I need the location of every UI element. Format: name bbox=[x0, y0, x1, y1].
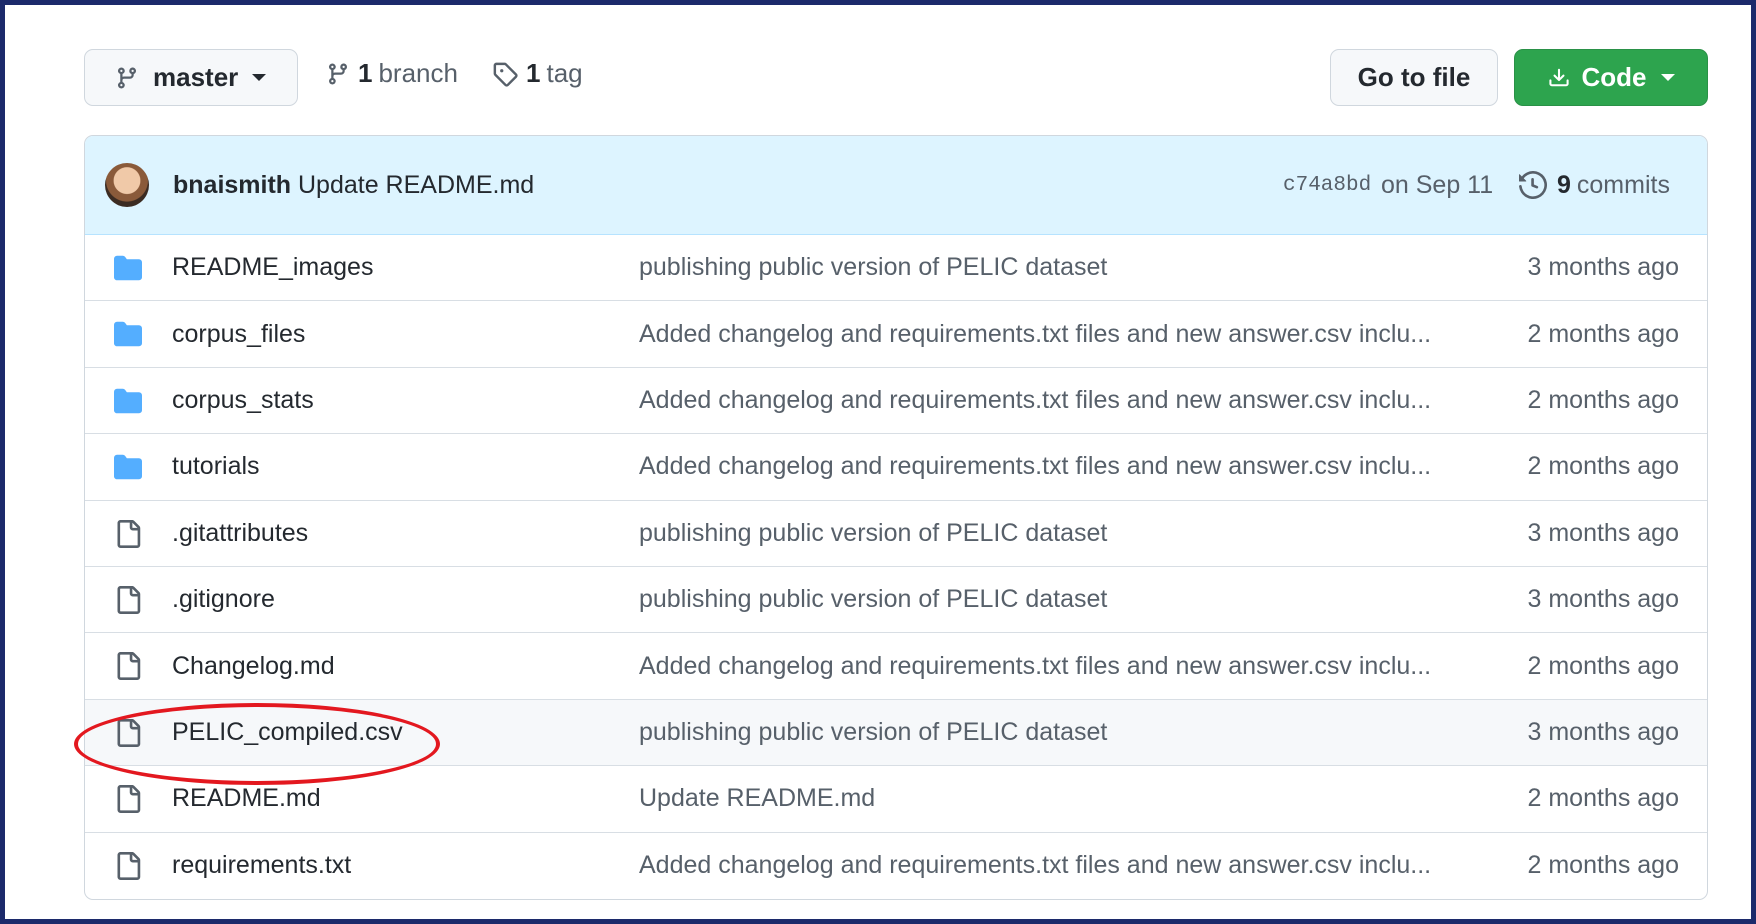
file-commit-message-link[interactable]: Added changelog and requirements.txt fil… bbox=[639, 652, 1469, 681]
file-list: README_images publishing public version o… bbox=[85, 235, 1707, 899]
file-name-link[interactable]: PELIC_compiled.csv bbox=[172, 718, 403, 747]
file-icon bbox=[113, 785, 143, 814]
file-row[interactable]: PELIC_compiled.csv publishing public vers… bbox=[85, 699, 1707, 767]
file-name-link[interactable]: .gitignore bbox=[172, 585, 275, 614]
file-age: 2 months ago bbox=[1527, 385, 1680, 414]
file-row[interactable]: .gitignore publishing public version of P… bbox=[85, 567, 1707, 634]
file-browser: bnaismith Update README.md c74a8bd on Se… bbox=[84, 135, 1708, 900]
folder-icon bbox=[113, 320, 143, 348]
file-row[interactable]: Changelog.md Added changelog and requirem… bbox=[85, 633, 1707, 700]
file-commit-message-link[interactable]: Update README.md bbox=[639, 784, 1469, 813]
file-age: 3 months ago bbox=[1527, 253, 1680, 282]
file-row[interactable]: tutorials Added changelog and requirement… bbox=[85, 434, 1707, 501]
file-name-link[interactable]: requirements.txt bbox=[172, 851, 351, 880]
branch-name: master bbox=[153, 62, 239, 92]
chevron-down-icon bbox=[1660, 74, 1675, 81]
file-icon bbox=[113, 585, 143, 614]
tags-link[interactable]: 1 tag bbox=[492, 58, 583, 89]
file-age: 2 months ago bbox=[1527, 452, 1680, 481]
tag-icon bbox=[493, 62, 518, 87]
file-age: 2 months ago bbox=[1527, 319, 1680, 348]
file-name-link[interactable]: README_images bbox=[172, 253, 373, 282]
avatar[interactable] bbox=[105, 163, 149, 207]
history-icon bbox=[1519, 171, 1547, 199]
folder-icon bbox=[113, 453, 143, 481]
file-row[interactable]: corpus_stats Added changelog and requirem… bbox=[85, 368, 1707, 435]
chevron-down-icon bbox=[252, 74, 267, 81]
file-icon bbox=[113, 519, 143, 548]
file-commit-message-link[interactable]: Added changelog and requirements.txt fil… bbox=[639, 851, 1469, 880]
folder-icon bbox=[113, 387, 143, 415]
commit-author[interactable]: bnaismith bbox=[173, 171, 291, 200]
file-age: 3 months ago bbox=[1527, 585, 1680, 614]
file-name-link[interactable]: corpus_files bbox=[172, 320, 305, 349]
commits-history-link[interactable]: 9 commits bbox=[1519, 171, 1670, 200]
tag-count: 1 bbox=[526, 58, 541, 88]
file-age: 3 months ago bbox=[1527, 717, 1680, 746]
file-age: 2 months ago bbox=[1527, 651, 1680, 680]
file-row[interactable]: README.md Update README.md 2 months ago bbox=[85, 766, 1707, 833]
file-row[interactable]: README_images publishing public version o… bbox=[85, 235, 1707, 302]
file-commit-message-link[interactable]: Added changelog and requirements.txt fil… bbox=[639, 320, 1469, 349]
file-commit-message-link[interactable]: publishing public version of PELIC datas… bbox=[639, 718, 1469, 747]
file-commit-message-link[interactable]: publishing public version of PELIC datas… bbox=[639, 519, 1469, 548]
branches-link[interactable]: 1 branch bbox=[326, 58, 458, 89]
git-branch-icon bbox=[117, 67, 136, 89]
tag-label: tag bbox=[546, 58, 583, 88]
file-row[interactable]: corpus_files Added changelog and requirem… bbox=[85, 301, 1707, 368]
file-icon bbox=[113, 718, 143, 747]
file-row[interactable]: .gitattributes publishing public version … bbox=[85, 501, 1707, 567]
file-age: 2 months ago bbox=[1527, 784, 1680, 813]
download-icon bbox=[1548, 68, 1569, 86]
commit-date: on Sep 11 bbox=[1381, 170, 1494, 199]
file-name-link[interactable]: tutorials bbox=[172, 452, 260, 481]
file-age: 2 months ago bbox=[1527, 851, 1680, 880]
file-age: 3 months ago bbox=[1527, 518, 1680, 547]
file-row[interactable]: requirements.txt Added changelog and requ… bbox=[85, 833, 1707, 899]
code-label: Code bbox=[1581, 62, 1647, 92]
file-icon bbox=[113, 652, 143, 681]
file-icon bbox=[113, 851, 143, 880]
file-name-link[interactable]: README.md bbox=[172, 784, 321, 813]
branch-label: branch bbox=[378, 58, 458, 88]
code-button[interactable]: Code bbox=[1514, 49, 1708, 106]
branch-selector-button[interactable]: master bbox=[84, 49, 298, 106]
file-commit-message-link[interactable]: publishing public version of PELIC datas… bbox=[639, 253, 1469, 282]
commit-sha[interactable]: c74a8bd bbox=[1283, 174, 1371, 197]
commit-count: 9 bbox=[1557, 170, 1571, 199]
folder-icon bbox=[113, 254, 143, 282]
file-name-link[interactable]: .gitattributes bbox=[172, 519, 308, 548]
git-branch-icon bbox=[328, 63, 347, 85]
commits-label: commits bbox=[1576, 170, 1670, 199]
go-to-file-button[interactable]: Go to file bbox=[1330, 49, 1498, 106]
file-commit-message-link[interactable]: Added changelog and requirements.txt fil… bbox=[639, 386, 1469, 415]
file-name-link[interactable]: Changelog.md bbox=[172, 652, 335, 681]
file-commit-message-link[interactable]: publishing public version of PELIC datas… bbox=[639, 585, 1469, 614]
branch-count: 1 bbox=[358, 58, 373, 88]
commit-message[interactable]: Update README.md bbox=[298, 171, 534, 200]
latest-commit-bar: bnaismith Update README.md c74a8bd on Se… bbox=[85, 136, 1707, 235]
file-commit-message-link[interactable]: Added changelog and requirements.txt fil… bbox=[639, 452, 1469, 481]
file-name-link[interactable]: corpus_stats bbox=[172, 386, 314, 415]
